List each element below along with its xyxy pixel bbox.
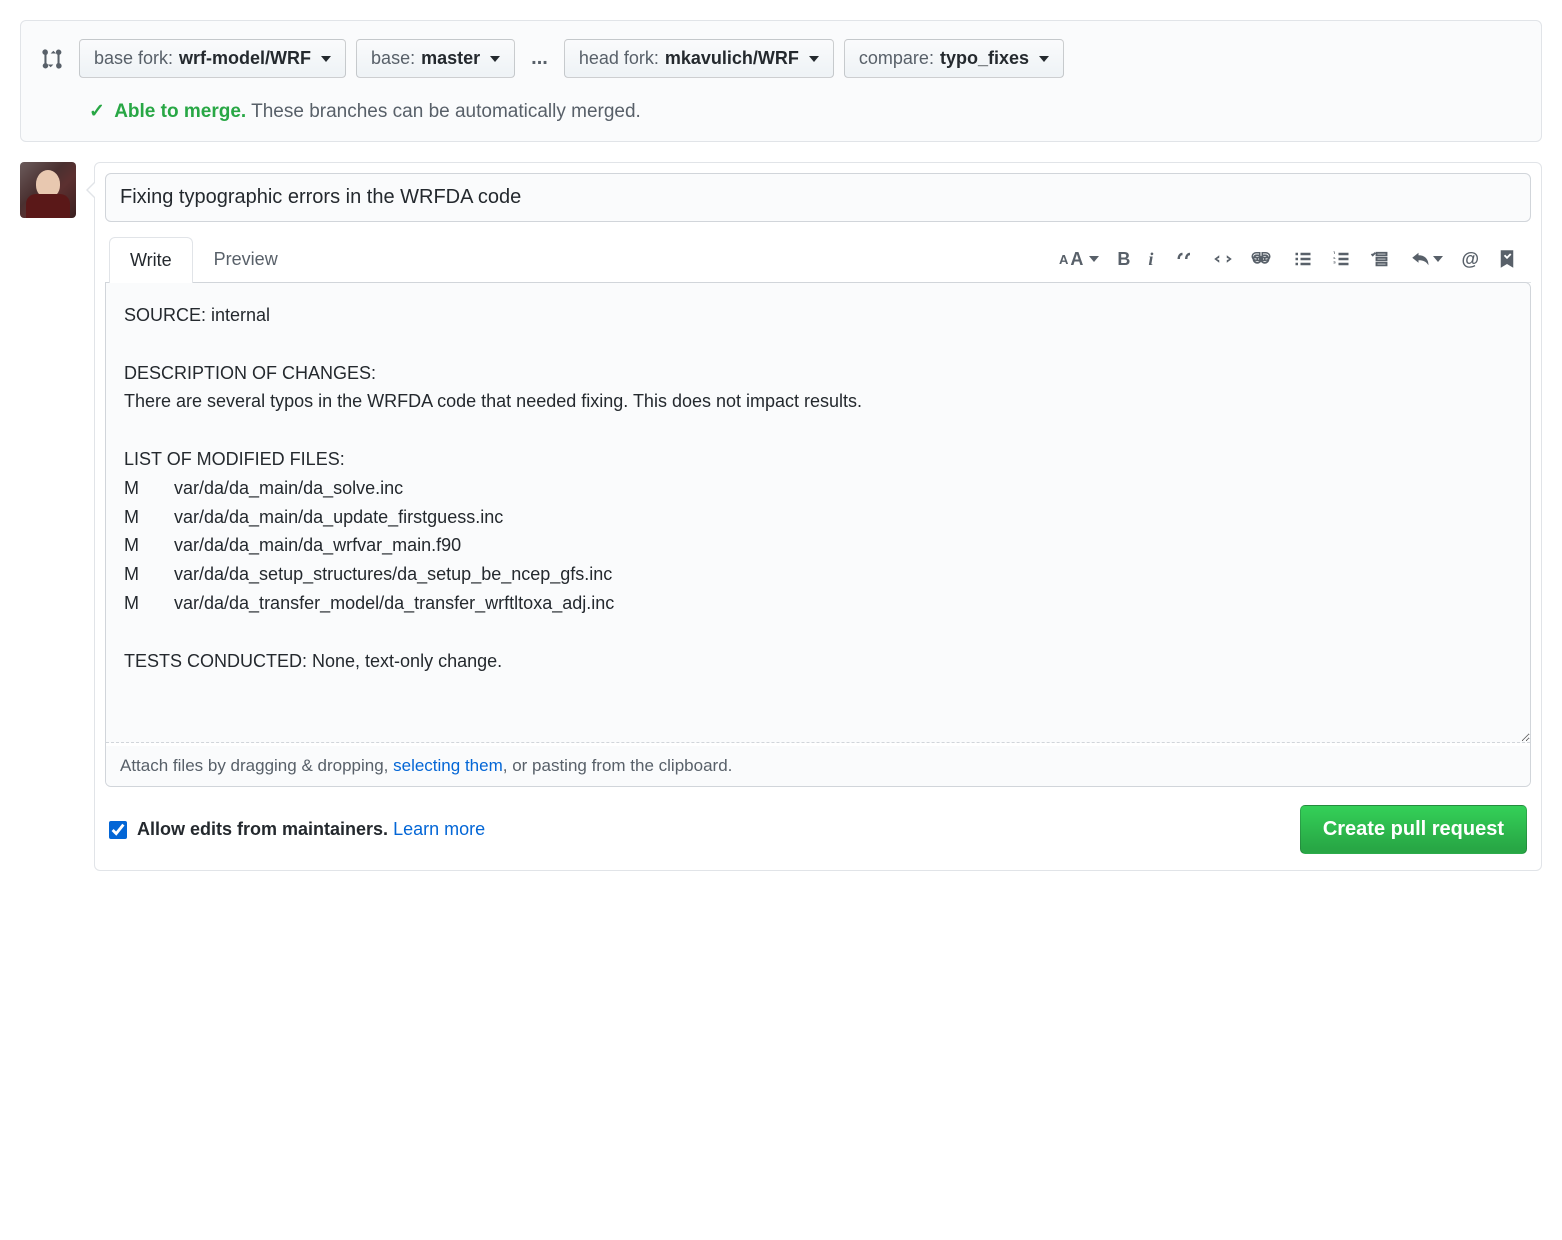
tab-write[interactable]: Write: [109, 237, 193, 283]
task-list-icon[interactable]: [1369, 249, 1389, 269]
link-icon[interactable]: [1251, 249, 1271, 269]
git-compare-icon: [41, 48, 63, 70]
branch-row: base fork: wrf-model/WRF base: master ..…: [41, 39, 1521, 78]
italic-icon[interactable]: i: [1148, 249, 1153, 270]
branch-separator: ...: [525, 47, 554, 70]
base-fork-select[interactable]: base fork: wrf-model/WRF: [79, 39, 346, 78]
mention-icon[interactable]: @: [1461, 249, 1479, 270]
caret-down-icon: [1039, 56, 1049, 62]
tab-preview[interactable]: Preview: [193, 236, 299, 282]
numbered-list-icon[interactable]: [1331, 249, 1351, 269]
pr-title-input[interactable]: [105, 173, 1531, 222]
caret-down-icon: [809, 56, 819, 62]
compare-branch-select[interactable]: compare: typo_fixes: [844, 39, 1064, 78]
bullet-list-icon[interactable]: [1293, 249, 1313, 269]
allow-edits-checkbox[interactable]: Allow edits from maintainers. Learn more: [109, 819, 485, 840]
caret-down-icon: [321, 56, 331, 62]
create-pull-request-button[interactable]: Create pull request: [1300, 805, 1527, 854]
reply-icon[interactable]: [1411, 249, 1443, 269]
caret-down-icon: [490, 56, 500, 62]
merge-status-bold: Able to merge.: [114, 101, 246, 122]
pr-body-textarea[interactable]: [106, 283, 1530, 743]
merge-status-text: These branches can be automatically merg…: [251, 101, 641, 122]
code-icon[interactable]: [1213, 249, 1233, 269]
attach-hint: Attach files by dragging & dropping, sel…: [106, 746, 1530, 786]
bold-icon[interactable]: B: [1117, 249, 1130, 270]
format-toolbar: AA B i @: [1059, 249, 1527, 270]
tabs-row: Write Preview AA B i: [105, 236, 1531, 283]
bookmark-icon[interactable]: [1497, 249, 1517, 269]
avatar[interactable]: [20, 162, 76, 218]
check-icon: ✓: [89, 101, 105, 122]
compare-panel: base fork: wrf-model/WRF base: master ..…: [20, 20, 1542, 142]
quote-icon[interactable]: [1175, 249, 1195, 269]
learn-more-link[interactable]: Learn more: [393, 819, 485, 839]
comment-form: Write Preview AA B i: [94, 162, 1542, 871]
base-branch-select[interactable]: base: master: [356, 39, 515, 78]
attach-select-link[interactable]: selecting them: [393, 756, 503, 775]
head-fork-select[interactable]: head fork: mkavulich/WRF: [564, 39, 834, 78]
merge-status: ✓ Able to merge. These branches can be a…: [89, 100, 1521, 123]
allow-edits-input[interactable]: [109, 821, 127, 839]
text-size-icon[interactable]: AA: [1059, 249, 1099, 270]
